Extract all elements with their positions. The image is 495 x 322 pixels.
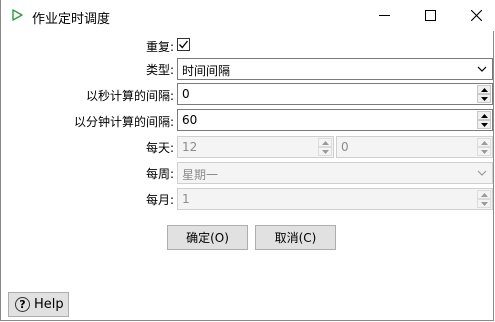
spin-down-button[interactable] <box>477 94 491 103</box>
arrow-down-icon <box>480 122 488 127</box>
arrow-down-icon <box>321 149 329 154</box>
type-select-value: 时间间隔 <box>182 64 231 78</box>
window-title: 作业定时调度 <box>32 12 111 27</box>
minimize-button[interactable] <box>361 0 407 31</box>
close-icon <box>470 10 482 21</box>
scheduler-dialog: 作业定时调度 重复: 类型: 时间间隔 以秒计算的间隔: 0 以分钟计算的间隔:… <box>0 0 495 321</box>
daily-label: 每天: <box>145 141 174 155</box>
arrow-up-icon <box>480 113 488 118</box>
weekly-select-value: 星期一 <box>182 168 219 182</box>
help-button-label: Help <box>34 297 64 312</box>
repeat-checkbox[interactable] <box>177 38 190 51</box>
arrow-up-icon <box>321 140 329 145</box>
type-select[interactable]: 时间间隔 <box>177 58 493 80</box>
interval-seconds-spinner <box>477 85 491 103</box>
maximize-button[interactable] <box>407 0 453 31</box>
arrow-down-icon <box>480 149 488 154</box>
daily-hour-spinbox[interactable]: 12 <box>177 136 334 158</box>
interval-minutes-spinner <box>477 111 491 129</box>
monthly-spinner <box>477 190 491 208</box>
arrow-down-icon <box>480 96 488 101</box>
monthly-label: 每月: <box>145 193 174 207</box>
spin-up-button[interactable] <box>477 190 491 199</box>
spin-up-button[interactable] <box>318 138 332 147</box>
interval-seconds-spinbox[interactable]: 0 <box>177 83 493 105</box>
weekly-label: 每周: <box>145 167 174 181</box>
spin-down-button[interactable] <box>318 147 332 156</box>
chevron-down-icon <box>477 170 487 176</box>
arrow-down-icon <box>480 201 488 206</box>
monthly-value: 1 <box>182 192 190 206</box>
cancel-button[interactable]: 取消(C) <box>255 225 336 250</box>
interval-minutes-value: 60 <box>182 113 198 127</box>
title-bar: 作业定时调度 <box>1 0 495 31</box>
weekly-select[interactable]: 星期一 <box>177 162 493 184</box>
daily-hour-value: 12 <box>182 140 198 154</box>
arrow-up-icon <box>480 87 488 92</box>
daily-minute-spinner <box>477 138 491 156</box>
spin-up-button[interactable] <box>477 138 491 147</box>
monthly-spinbox[interactable]: 1 <box>177 188 493 210</box>
spin-up-button[interactable] <box>477 111 491 120</box>
interval-minutes-label: 以分钟计算的间隔: <box>73 115 174 129</box>
type-label: 类型: <box>145 63 174 77</box>
repeat-label: 重复: <box>145 40 174 54</box>
help-button[interactable]: ? Help <box>8 292 69 317</box>
arrow-up-icon <box>480 192 488 197</box>
spin-down-button[interactable] <box>477 147 491 156</box>
play-icon <box>12 9 23 21</box>
interval-seconds-label: 以秒计算的间隔: <box>85 89 174 103</box>
maximize-icon <box>424 10 436 21</box>
spin-down-button[interactable] <box>477 199 491 208</box>
arrow-up-icon <box>480 140 488 145</box>
daily-minute-value: 0 <box>341 140 349 154</box>
minimize-icon <box>378 15 390 16</box>
daily-minute-spinbox[interactable]: 0 <box>336 136 493 158</box>
chevron-down-icon <box>477 66 487 72</box>
checkmark-icon <box>179 40 189 49</box>
spin-up-button[interactable] <box>477 85 491 94</box>
daily-hour-spinner <box>318 138 332 156</box>
interval-seconds-value: 0 <box>182 87 190 101</box>
close-button[interactable] <box>453 0 495 31</box>
interval-minutes-spinbox[interactable]: 60 <box>177 109 493 131</box>
help-icon: ? <box>15 297 30 312</box>
ok-button[interactable]: 确定(O) <box>167 225 248 250</box>
spin-down-button[interactable] <box>477 120 491 129</box>
